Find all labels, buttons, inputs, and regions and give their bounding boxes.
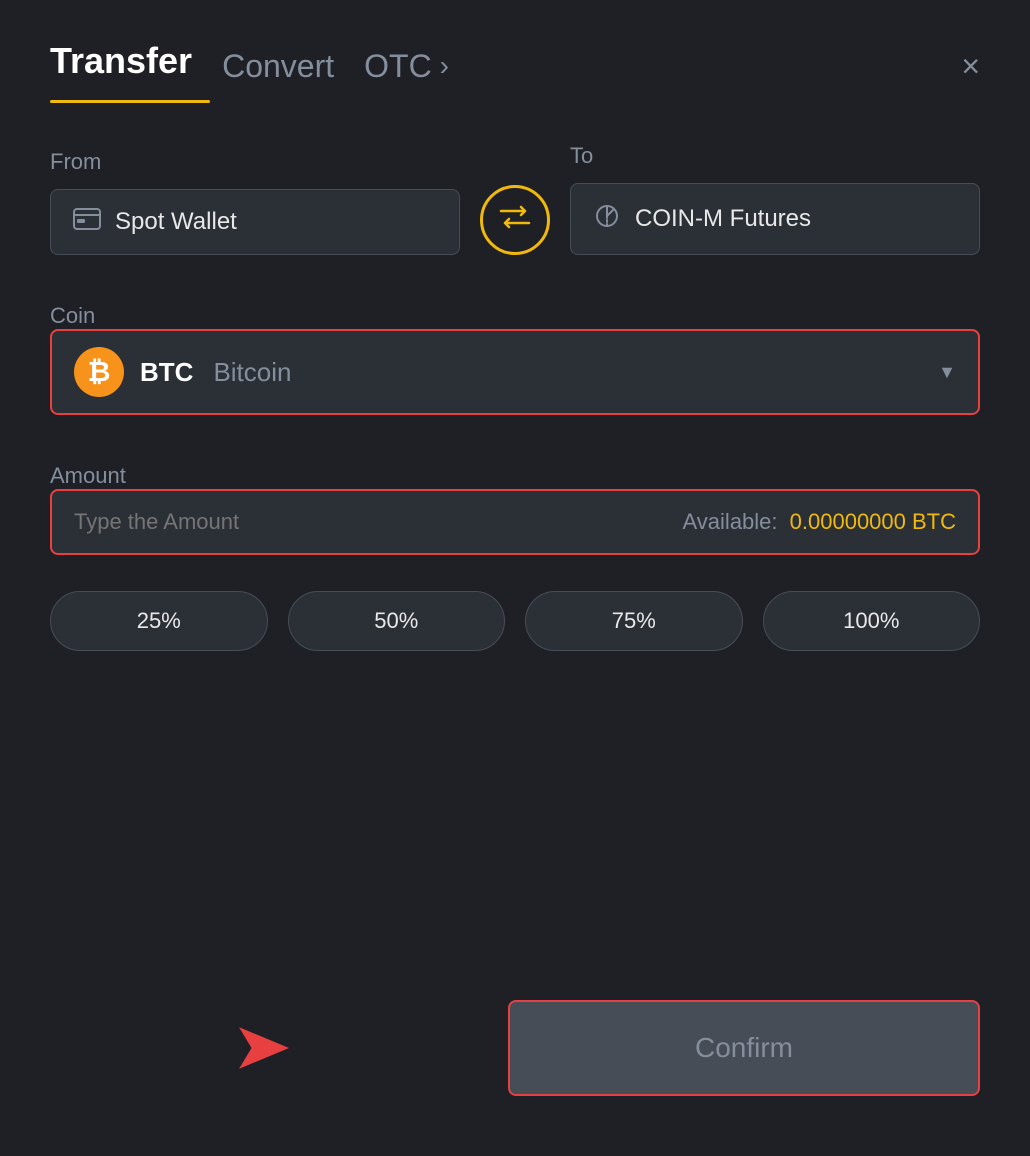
close-button[interactable]: × bbox=[961, 50, 980, 82]
percent-50-button[interactable]: 50% bbox=[288, 591, 506, 651]
tab-active-indicator bbox=[50, 100, 210, 103]
confirm-section: Confirm bbox=[50, 1000, 980, 1096]
to-column: To COIN-M Futures bbox=[570, 143, 980, 255]
to-wallet-selector[interactable]: COIN-M Futures bbox=[570, 183, 980, 255]
percent-buttons: 25% 50% 75% 100% bbox=[50, 591, 980, 651]
wallet-icon bbox=[73, 208, 101, 236]
coin-selector[interactable]: ₿ BTC Bitcoin ▼ bbox=[50, 329, 980, 415]
tab-otc[interactable]: OTC › bbox=[364, 48, 449, 85]
red-arrow-icon bbox=[214, 1008, 314, 1088]
swap-icon bbox=[497, 203, 533, 238]
chevron-down-icon: ▼ bbox=[938, 362, 956, 383]
arrow-indicator bbox=[50, 1008, 478, 1088]
tab-convert[interactable]: Convert bbox=[222, 48, 334, 85]
available-value: 0.00000000 BTC bbox=[790, 509, 956, 534]
modal-header: Transfer Convert OTC › × bbox=[50, 40, 980, 92]
percent-25-button[interactable]: 25% bbox=[50, 591, 268, 651]
percent-75-button[interactable]: 75% bbox=[525, 591, 743, 651]
from-column: From Spot Wallet bbox=[50, 149, 460, 255]
confirm-button[interactable]: Confirm bbox=[508, 1000, 980, 1096]
coin-label: Coin bbox=[50, 303, 95, 328]
coin-section: Coin ₿ BTC Bitcoin ▼ bbox=[50, 303, 980, 415]
amount-box: Available: 0.00000000 BTC bbox=[50, 489, 980, 555]
coin-symbol: BTC bbox=[140, 357, 193, 388]
amount-section: Amount Available: 0.00000000 BTC bbox=[50, 463, 980, 555]
to-wallet-name: COIN-M Futures bbox=[635, 205, 811, 233]
swap-button[interactable] bbox=[480, 185, 550, 255]
coin-fullname: Bitcoin bbox=[213, 357, 291, 388]
from-wallet-name: Spot Wallet bbox=[115, 208, 237, 236]
futures-icon bbox=[593, 202, 621, 236]
amount-label: Amount bbox=[50, 463, 126, 488]
btc-icon: ₿ bbox=[74, 347, 124, 397]
from-label: From bbox=[50, 149, 460, 175]
from-wallet-selector[interactable]: Spot Wallet bbox=[50, 189, 460, 255]
to-label: To bbox=[570, 143, 980, 169]
available-balance: Available: 0.00000000 BTC bbox=[683, 509, 956, 535]
from-to-section: From Spot Wallet bbox=[50, 143, 980, 255]
percent-100-button[interactable]: 100% bbox=[763, 591, 981, 651]
tab-transfer[interactable]: Transfer bbox=[50, 40, 192, 92]
transfer-modal: Transfer Convert OTC › × From Spot Wa bbox=[0, 0, 1030, 1156]
amount-input[interactable] bbox=[74, 509, 683, 535]
